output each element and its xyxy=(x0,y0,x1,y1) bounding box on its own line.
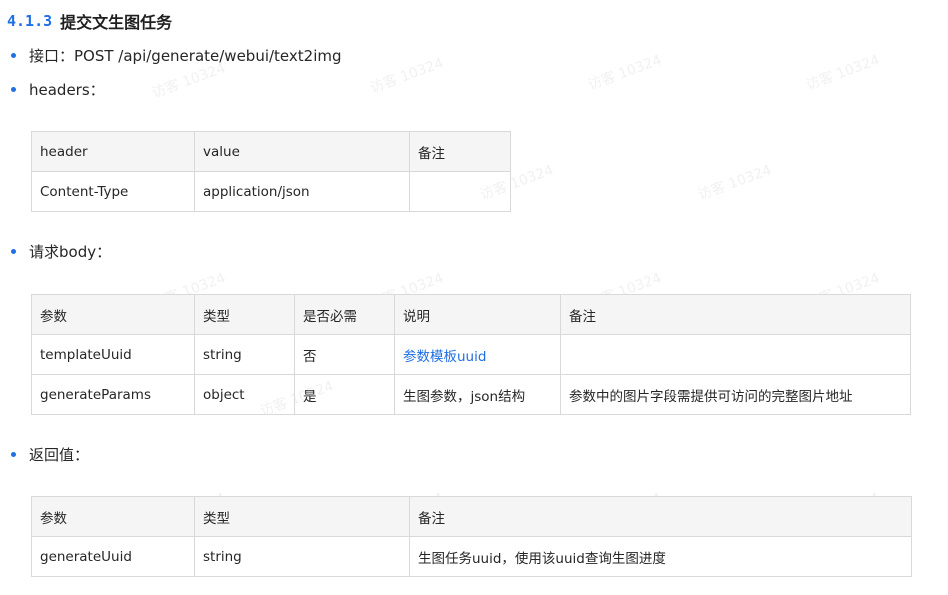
table-cell: string xyxy=(194,334,295,375)
table-header-row: 参数 类型 是否必需 说明 备注 xyxy=(31,294,911,335)
table-cell: string xyxy=(194,536,410,577)
watermark: 访客 10324 xyxy=(367,55,446,97)
table-cell: 生图任务uuid，使用该uuid查询生图进度 xyxy=(409,536,912,577)
column-header: 备注 xyxy=(409,131,511,172)
return-table: 参数 类型 备注 generateUuid string 生图任务uuid，使用… xyxy=(31,496,912,577)
table-cell: 生图参数，json结构 xyxy=(394,374,561,415)
column-header: 是否必需 xyxy=(294,294,395,335)
body-table: 参数 类型 是否必需 说明 备注 templateUuid string 否 参… xyxy=(31,294,911,415)
table-cell: 参数中的图片字段需提供可访问的完整图片地址 xyxy=(560,374,911,415)
table-cell xyxy=(560,334,911,375)
bullet-endpoint: 接口：POST /api/generate/webui/text2img xyxy=(8,44,342,66)
section-heading: 4.1.3 提交文生图任务 xyxy=(7,9,172,33)
bullet-body-text: 请求body： xyxy=(29,242,112,261)
template-uuid-link[interactable]: 参数模板uuid xyxy=(403,349,486,365)
bullet-endpoint-text: 接口：POST /api/generate/webui/text2img xyxy=(29,46,342,65)
bullet-dot-icon xyxy=(11,451,16,457)
column-header: value xyxy=(194,131,410,172)
column-header: 参数 xyxy=(31,294,195,335)
table-row: generateUuid string 生图任务uuid，使用该uuid查询生图… xyxy=(31,536,912,577)
bullet-returns-text: 返回值： xyxy=(29,445,90,464)
table-cell: 否 xyxy=(294,334,395,375)
table-cell: application/json xyxy=(194,171,410,212)
column-header: 备注 xyxy=(560,294,911,335)
bullet-headers-text: headers： xyxy=(29,80,105,99)
bullet-dot-icon xyxy=(11,248,16,254)
column-header: 参数 xyxy=(31,496,195,537)
bullet-body: 请求body： xyxy=(8,240,111,262)
section-number: 4.1.3 xyxy=(7,12,53,30)
bullet-dot-icon xyxy=(11,86,16,92)
column-header: 类型 xyxy=(194,496,410,537)
table-cell: 参数模板uuid xyxy=(394,334,561,375)
table-row: templateUuid string 否 参数模板uuid xyxy=(31,334,911,375)
bullet-dot-icon xyxy=(11,52,16,58)
table-cell: Content-Type xyxy=(31,171,195,212)
table-row: generateParams object 是 生图参数，json结构 参数中的… xyxy=(31,374,911,415)
headers-table: header value 备注 Content-Type application… xyxy=(31,131,511,212)
watermark: 访客 10324 xyxy=(803,52,882,94)
table-cell: generateParams xyxy=(31,374,195,415)
section-title: 提交文生图任务 xyxy=(60,13,173,32)
bullet-returns: 返回值： xyxy=(8,443,89,465)
bullet-headers: headers： xyxy=(8,78,105,100)
table-cell: 是 xyxy=(294,374,395,415)
watermark: 访客 10324 xyxy=(585,52,664,94)
column-header: 备注 xyxy=(409,496,912,537)
watermark: 访客 10324 xyxy=(695,162,774,204)
table-cell: templateUuid xyxy=(31,334,195,375)
table-cell xyxy=(409,171,511,212)
column-header: 说明 xyxy=(394,294,561,335)
table-cell: generateUuid xyxy=(31,536,195,577)
table-row: Content-Type application/json xyxy=(31,171,511,212)
table-cell: object xyxy=(194,374,295,415)
column-header: header xyxy=(31,131,195,172)
table-header-row: 参数 类型 备注 xyxy=(31,496,912,537)
table-header-row: header value 备注 xyxy=(31,131,511,172)
column-header: 类型 xyxy=(194,294,295,335)
